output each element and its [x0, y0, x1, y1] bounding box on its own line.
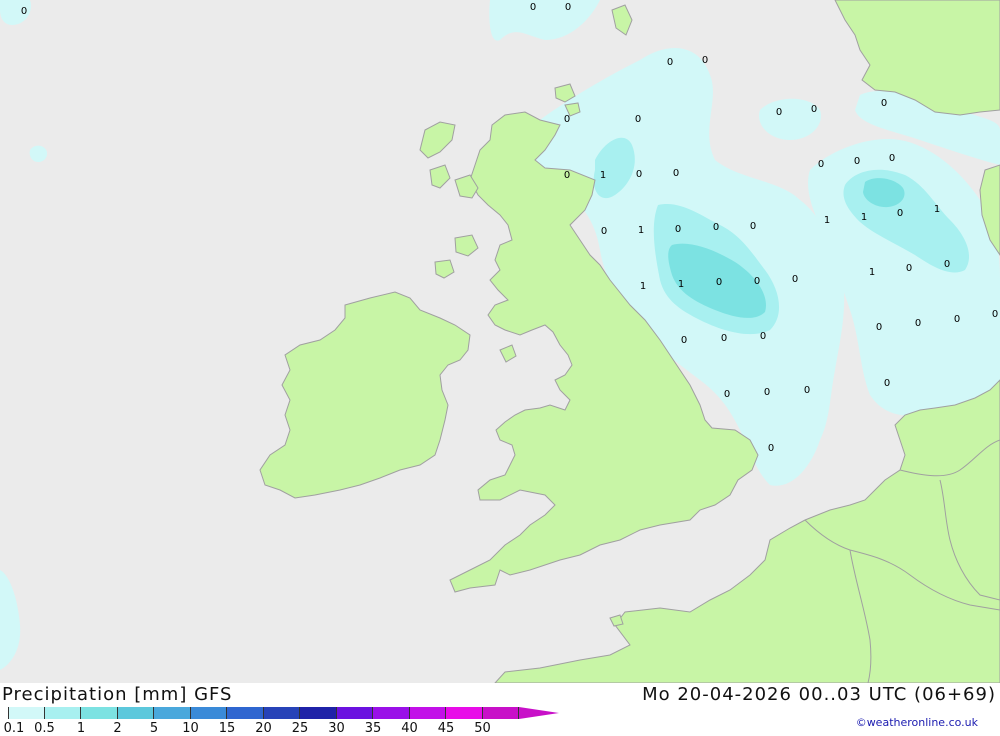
value-label: 0 [724, 389, 730, 400]
value-label: 0 [530, 2, 536, 13]
value-label: 0 [944, 259, 950, 270]
value-label: 0 [776, 107, 782, 118]
value-label: 1 [861, 212, 867, 223]
legend-tick-label: 30 [328, 721, 345, 736]
value-label: 1 [638, 225, 644, 236]
legend-swatch [8, 707, 45, 719]
legend-tick-label: 45 [437, 721, 455, 736]
value-label: 0 [915, 318, 921, 329]
value-label: 0 [764, 387, 770, 398]
value-label: 0 [818, 159, 824, 170]
legend-tick-label: 35 [364, 721, 382, 736]
legend-tick-label: 2 [113, 721, 122, 736]
legend-tick-label: 0.1 [3, 721, 25, 736]
value-label: 0 [768, 443, 774, 454]
value-label: 0 [792, 274, 798, 285]
value-label: 0 [721, 333, 727, 344]
legend-swatch [300, 707, 337, 719]
legend-tick-label: 1 [76, 721, 86, 736]
value-label: 0 [21, 6, 27, 17]
value-label: 0 [565, 2, 571, 13]
value-label: 0 [889, 153, 895, 164]
value-label: 0 [636, 169, 642, 180]
map-footer: Precipitation [mm] GFS Mo 20-04-2026 00.… [0, 683, 1000, 736]
legend-swatch [373, 707, 410, 719]
value-label: 0 [713, 222, 719, 233]
credit-link[interactable]: ©weatheronline.co.uk [856, 716, 978, 729]
value-label: 0 [564, 114, 570, 125]
legend-tick-label: 50 [474, 721, 491, 736]
legend-swatch [190, 707, 227, 719]
value-label: 1 [600, 170, 606, 181]
value-label: 0 [906, 263, 912, 274]
value-label: 0 [675, 224, 681, 235]
value-label: 0 [804, 385, 810, 396]
legend-tick-label: 15 [218, 721, 236, 736]
legend-tick-label: 10 [182, 721, 199, 736]
legend-swatch [446, 707, 483, 719]
value-label: 0 [716, 277, 722, 288]
valid-time: Mo 20-04-2026 00..03 UTC (06+69) [642, 684, 996, 705]
value-label: 0 [881, 98, 887, 109]
legend-swatch [154, 707, 191, 719]
legend-swatch [336, 707, 373, 719]
value-label: 0 [897, 208, 903, 219]
legend-swatch [409, 707, 446, 719]
value-label: 0 [811, 104, 817, 115]
value-label: 0 [754, 276, 760, 287]
legend-swatch [263, 707, 300, 719]
value-label: 0 [854, 156, 860, 167]
value-label: 0 [760, 331, 766, 342]
value-label: 1 [934, 204, 940, 215]
value-label: 1 [640, 281, 646, 292]
legend-tick-label: 20 [255, 721, 272, 736]
legend-swatch [81, 707, 118, 719]
precipitation-map: 0 0 0 0 0 0 0 0 0 0 0 1 0 0 0 0 0 0 1 0 … [0, 0, 1000, 683]
value-label: 0 [635, 114, 641, 125]
value-label: 0 [667, 57, 673, 68]
value-label: 0 [884, 378, 890, 389]
value-label: 1 [869, 267, 875, 278]
value-label: 0 [601, 226, 607, 237]
legend-tick-label: 25 [291, 721, 309, 736]
legend-arrow [519, 707, 559, 719]
value-label: 1 [678, 279, 684, 290]
legend-swatch [482, 707, 519, 719]
value-label: 0 [702, 55, 708, 66]
value-label: 0 [564, 170, 570, 181]
value-label: 0 [992, 309, 998, 320]
legend-swatch [227, 707, 264, 719]
value-label: 0 [876, 322, 882, 333]
legend-swatch [117, 707, 154, 719]
legend-swatch [44, 707, 81, 719]
value-label: 0 [750, 221, 756, 232]
value-label: 0 [954, 314, 960, 325]
value-label: 1 [824, 215, 830, 226]
legend-tick-label: 0.5 [34, 721, 55, 736]
legend-tick-label: 5 [149, 721, 159, 736]
value-label: 0 [673, 168, 679, 179]
legend-tick-label: 40 [401, 721, 418, 736]
value-label: 0 [681, 335, 687, 346]
map-title: Precipitation [mm] GFS [2, 684, 233, 705]
